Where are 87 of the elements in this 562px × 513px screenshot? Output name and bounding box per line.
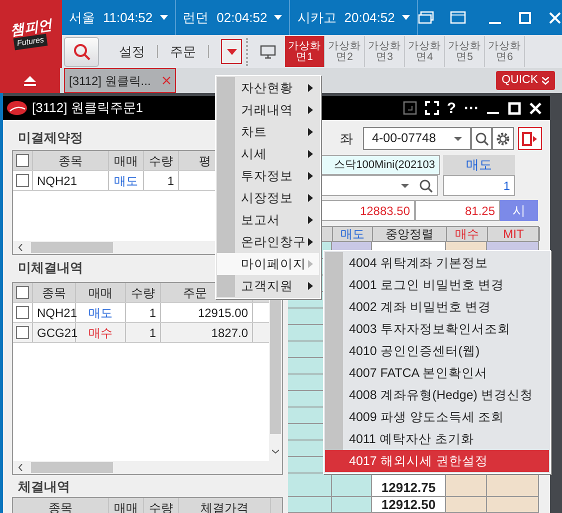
double-chevron-icon <box>542 76 549 84</box>
column-header[interactable]: 수량 <box>126 283 161 302</box>
column-header[interactable]: 수량 <box>144 151 179 170</box>
menu-item[interactable]: 마이페이지 <box>217 253 319 275</box>
column-header[interactable]: 매매 <box>109 498 144 513</box>
row-checkbox[interactable] <box>16 286 29 299</box>
caret-icon <box>454 136 462 140</box>
table-cell: 1827.0 <box>161 323 253 342</box>
fullscreen-icon[interactable] <box>424 101 439 115</box>
window-title: [3112] 원클릭주문1 <box>32 99 144 118</box>
table-cell: 1 <box>144 171 179 190</box>
section-title: 체결내역 <box>18 479 70 495</box>
quick-button[interactable]: QUICK <box>496 71 555 90</box>
row-checkbox[interactable] <box>16 326 29 339</box>
section-title: 미체결내역 <box>18 260 83 276</box>
table-cell: NQH21 <box>33 171 109 190</box>
search-button[interactable] <box>64 36 99 66</box>
table-cell: 1 <box>126 303 161 322</box>
account-dropdown[interactable]: 4-00-07748 <box>363 127 471 150</box>
table-cell: 1 <box>126 323 161 342</box>
table-cell: 매도 <box>76 303 126 322</box>
screen-tab[interactable]: 가상화면1 <box>285 36 325 67</box>
column-header[interactable]: 체결가격 <box>179 498 271 513</box>
window-icon[interactable] <box>450 11 466 24</box>
settings-icon <box>495 130 511 146</box>
caret-icon <box>401 184 409 188</box>
dropdown-button[interactable] <box>221 39 242 64</box>
clock-time: 20:04:52 <box>344 8 395 27</box>
row-checkbox[interactable] <box>16 174 29 187</box>
search-button[interactable] <box>471 127 492 150</box>
table-cell: 12915.00 <box>161 303 253 322</box>
table-cell: GCG21 <box>33 323 76 342</box>
screen-tab[interactable]: 가상화면6 <box>485 36 525 67</box>
panel-icon <box>522 132 538 146</box>
eject-icon <box>24 76 36 86</box>
search-icon <box>72 42 90 60</box>
row-checkbox[interactable] <box>16 306 29 319</box>
caret-icon[interactable] <box>274 15 282 20</box>
grid-cell: 12912.50 <box>372 496 446 512</box>
column-header[interactable]: 매도 <box>333 227 373 241</box>
column-header[interactable]: 수량 <box>144 498 179 513</box>
table-cell: 매수 <box>76 323 126 342</box>
section-title: 미결제약정 <box>18 130 83 146</box>
caret-icon[interactable] <box>160 15 168 20</box>
search-icon <box>474 132 488 146</box>
column-header[interactable]: 종목 <box>33 283 76 302</box>
table-cell: NQH21 <box>33 303 76 322</box>
maximize-icon[interactable] <box>508 102 521 114</box>
eject-button[interactable] <box>0 68 60 93</box>
column-header: 매도 <box>443 155 515 175</box>
help-button[interactable]: ? <box>446 100 456 116</box>
column-header[interactable]: 종목 <box>33 151 109 170</box>
collapse-icon[interactable] <box>402 101 417 115</box>
menu-item[interactable]: 4017 해외시세 권한설정 <box>325 450 549 472</box>
document-tab[interactable]: [3112] 원클릭... <box>64 68 176 93</box>
restore-icon[interactable] <box>418 11 434 24</box>
screen-tab[interactable]: 가상화면4 <box>405 36 445 67</box>
monitor-icon[interactable] <box>260 44 276 58</box>
city-label: 런던 <box>182 8 209 27</box>
city-label: 서울 <box>69 8 95 27</box>
grid-cell: 12912.75 <box>372 480 446 496</box>
triangle-icon <box>226 48 236 54</box>
screen-tab[interactable]: 가상화면3 <box>365 36 405 67</box>
screen-tab[interactable]: 가상화면2 <box>325 36 365 67</box>
clock-time: 11:04:52 <box>103 8 153 27</box>
scrollbar[interactable] <box>13 461 269 474</box>
row-checkbox[interactable] <box>16 154 29 167</box>
city-label: 시카고 <box>297 8 336 27</box>
table-cell: 1 <box>443 175 515 196</box>
column-header[interactable]: 중앙정렬 <box>373 227 447 241</box>
search-icon[interactable] <box>419 178 433 192</box>
clock-time: 02:04:52 <box>216 8 268 27</box>
column-header[interactable]: 매매 <box>76 283 126 302</box>
toolbar-link[interactable]: 설정 <box>107 45 158 58</box>
account-label: 좌 <box>339 130 354 148</box>
change-field: 81.25 <box>415 200 500 221</box>
column-header[interactable]: 종목 <box>13 498 109 513</box>
more-button[interactable]: ··· <box>464 100 479 116</box>
caret-icon[interactable] <box>402 15 410 20</box>
panel-toggle-button[interactable] <box>518 127 542 150</box>
table-cell: 매도 <box>109 171 144 190</box>
app-logo-icon <box>6 100 28 116</box>
column-header[interactable]: 매매 <box>109 151 144 170</box>
toolbar-link[interactable]: 주문 <box>158 45 209 58</box>
tab-label: [3112] 원클릭... <box>69 72 151 90</box>
screen-tab[interactable]: 가상화면5 <box>445 36 485 67</box>
settings-button[interactable] <box>492 127 514 150</box>
